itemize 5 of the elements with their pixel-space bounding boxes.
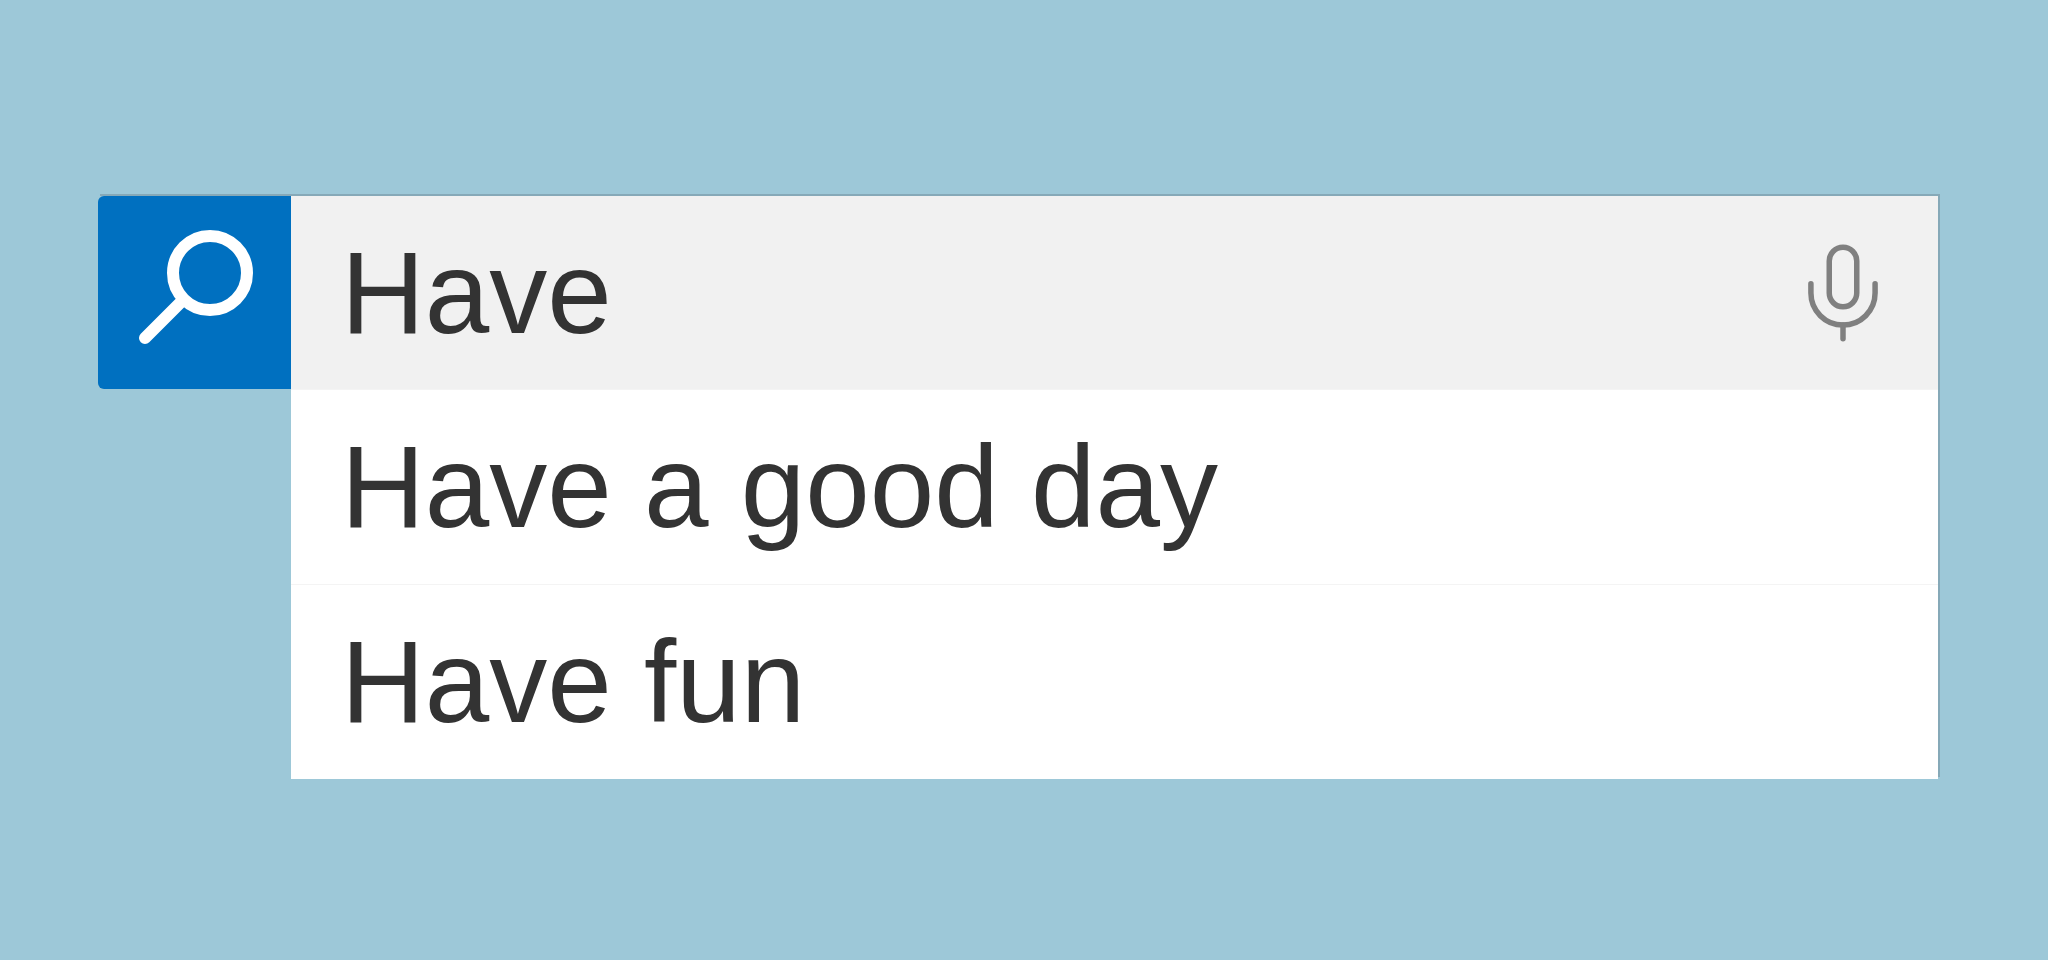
search-button[interactable] (98, 196, 291, 389)
suggestion-item[interactable]: Have a good day (291, 389, 1938, 584)
search-field[interactable]: Have (291, 196, 1938, 389)
search-input[interactable]: Have (341, 205, 1788, 380)
suggestion-item[interactable]: Have fun (291, 584, 1938, 779)
